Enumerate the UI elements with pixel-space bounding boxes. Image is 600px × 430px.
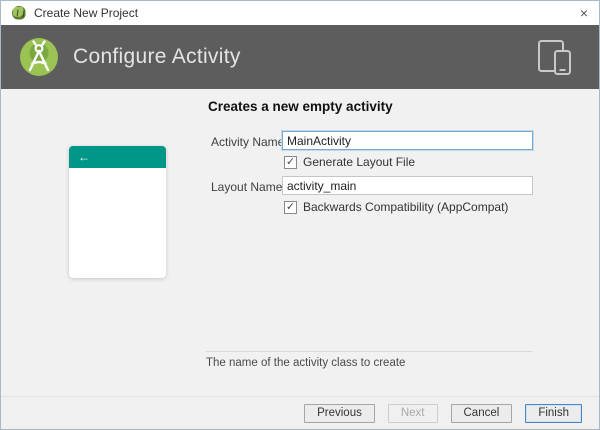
next-button[interactable]: Next (387, 403, 438, 423)
hint-separator (206, 351, 532, 352)
create-new-project-dialog: Create New Project × Configure Activity (0, 0, 600, 430)
finish-button[interactable]: Finish (525, 403, 582, 423)
cancel-button[interactable]: Cancel (450, 403, 513, 423)
layout-name-label: Layout Name: (211, 180, 286, 194)
titlebar: Create New Project × (1, 1, 599, 25)
close-icon[interactable]: × (569, 1, 599, 25)
android-studio-logo-icon (20, 38, 58, 76)
app-icon (12, 6, 26, 20)
back-arrow-icon: ← (78, 150, 90, 164)
generate-layout-checkbox[interactable]: ✓ (284, 155, 297, 169)
activity-preview-thumbnail: ← (69, 146, 166, 278)
backwards-compat-checkbox[interactable]: ✓ (284, 200, 297, 214)
wizard-content: ← Creates a new empty activity Activity … (1, 89, 599, 396)
generate-layout-checkbox-row: ✓ Generate Layout File (284, 155, 415, 169)
hint-text: The name of the activity class to create (206, 357, 406, 369)
preview-appbar: ← (69, 146, 166, 168)
previous-button[interactable]: Previous (304, 403, 375, 423)
layout-name-input[interactable] (282, 176, 533, 195)
phone-tablet-icon (538, 40, 571, 75)
activity-name-label: Activity Name: (211, 135, 288, 149)
wizard-step-title: Configure Activity (73, 45, 241, 68)
window-title: Create New Project (34, 6, 139, 20)
wizard-header: Configure Activity (1, 25, 599, 89)
backwards-compat-checkbox-row: ✓ Backwards Compatibility (AppCompat) (284, 200, 508, 214)
backwards-compat-label: Backwards Compatibility (AppCompat) (303, 200, 509, 214)
activity-name-input[interactable] (282, 131, 533, 150)
wizard-footer: Previous Next Cancel Finish (1, 396, 599, 429)
form-heading: Creates a new empty activity (208, 99, 393, 114)
generate-layout-label: Generate Layout File (303, 155, 416, 169)
